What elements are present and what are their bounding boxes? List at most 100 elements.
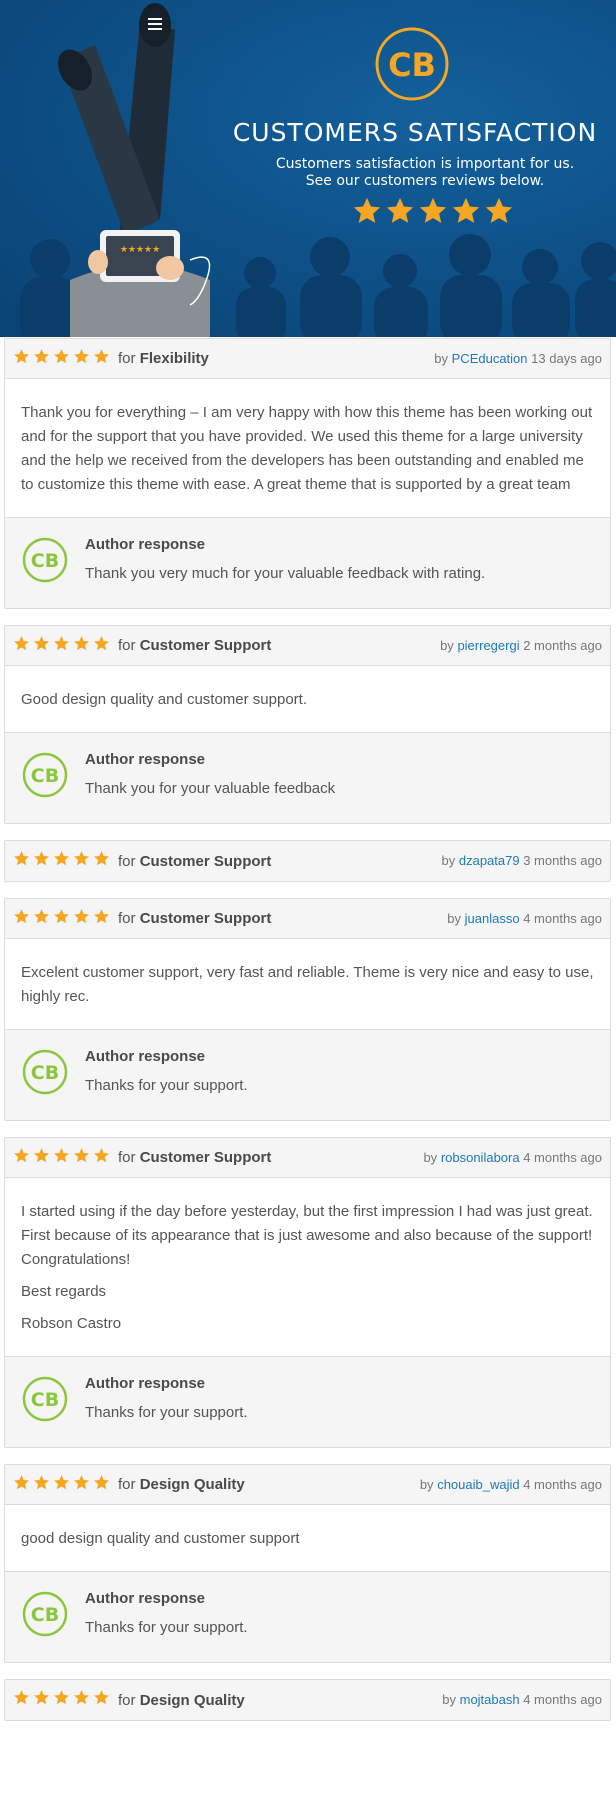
star-icon — [13, 850, 30, 872]
star-icon — [73, 1147, 90, 1169]
author-response-text: Thank you very much for your valuable fe… — [85, 565, 486, 582]
star-icon — [385, 196, 415, 231]
by-label: by — [440, 638, 454, 653]
by-label: by — [434, 351, 449, 366]
review-time: 4 months ago — [523, 1150, 602, 1165]
review-meta: by juanlasso 4 months ago — [447, 911, 602, 926]
review-time: 4 months ago — [523, 911, 602, 926]
review-header: for Design Quality by mojtabash 4 months … — [5, 1680, 610, 1720]
by-label: by — [441, 853, 456, 868]
review-card: for Customer Support by juanlasso 4 month… — [4, 898, 611, 1121]
for-label: for — [118, 852, 136, 870]
svg-text:CB: CB — [388, 46, 436, 84]
star-icon — [13, 1147, 30, 1169]
review-meta: by PCEducation 13 days ago — [434, 351, 602, 366]
category-name: Customer Support — [139, 637, 272, 654]
review-text: Thank you for everything – I am very hap… — [5, 379, 610, 518]
star-icon — [13, 635, 30, 657]
reviewer-username-link[interactable]: pierregergi — [457, 638, 519, 653]
review-meta: by pierregergi 2 months ago — [440, 638, 602, 653]
for-label: for — [118, 1476, 136, 1493]
rating-stars — [13, 850, 110, 872]
category-name: Customer Support — [139, 1149, 272, 1166]
svg-text:CB: CB — [31, 1062, 59, 1084]
review-category: for Flexibility — [118, 350, 209, 367]
svg-text:CB: CB — [31, 1389, 59, 1411]
reviewer-username-link[interactable]: mojtabash — [460, 1692, 520, 1707]
category-name: Customer Support — [139, 852, 272, 870]
review-time: 4 months ago — [523, 1692, 602, 1707]
review-paragraph: I started using if the day before yester… — [21, 1203, 593, 1268]
rating-stars — [13, 1474, 110, 1496]
review-header: for Customer Support by pierregergi 2 mon… — [5, 626, 610, 666]
category-name: Design Quality — [139, 1691, 245, 1709]
review-time: 4 months ago — [523, 1477, 602, 1492]
review-header: for Customer Support by robsonilabora 4 m… — [5, 1138, 610, 1178]
review-meta: by dzapata79 3 months ago — [442, 853, 603, 868]
star-icon — [33, 635, 50, 657]
hero-banner: ★★★★★ CB CUSTOMERS SATISFACTION Customer… — [0, 0, 616, 337]
review-card: for Customer Support by pierregergi 2 mon… — [4, 625, 611, 824]
star-icon — [73, 635, 90, 657]
for-label: for — [118, 910, 136, 927]
review-meta: by robsonilabora 4 months ago — [423, 1150, 602, 1165]
star-icon — [53, 908, 70, 930]
star-icon — [73, 348, 90, 370]
banner-subtitle-line-2: See our customers reviews below. — [305, 173, 545, 189]
svg-text:CB: CB — [31, 1604, 59, 1626]
star-icon — [33, 348, 50, 370]
review-text: Excelent customer support, very fast and… — [5, 939, 610, 1030]
banner-title: CUSTOMERS SATISFACTION — [232, 118, 598, 147]
review-text: good design quality and customer support — [5, 1505, 610, 1572]
star-icon — [73, 908, 90, 930]
review-paragraph: Thank you for everything – I am very hap… — [21, 404, 593, 493]
for-label: for — [118, 1691, 136, 1709]
author-response-title: Author response — [85, 1048, 206, 1065]
review-paragraph: Excelent customer support, very fast and… — [21, 964, 594, 1005]
reviewer-username-link[interactable]: robsonilabora — [441, 1150, 520, 1165]
star-icon — [33, 908, 50, 930]
svg-text:CB: CB — [31, 550, 59, 572]
star-icon — [93, 635, 110, 657]
review-text: Good design quality and customer support… — [5, 666, 610, 733]
author-response-title: Author response — [85, 1375, 206, 1392]
author-response-title: Author response — [85, 751, 206, 768]
review-category: for Design Quality — [118, 1692, 245, 1709]
review-card: for Design Quality by mojtabash 4 months … — [4, 1679, 611, 1721]
star-icon — [73, 1474, 90, 1496]
reviewer-username-link[interactable]: PCEducation — [452, 351, 528, 366]
review-text: I started using if the day before yester… — [5, 1178, 610, 1357]
by-label: by — [423, 1150, 438, 1165]
star-icon — [93, 348, 110, 370]
star-icon — [418, 196, 448, 231]
rating-stars — [13, 635, 110, 657]
star-icon — [73, 1689, 90, 1711]
star-icon — [33, 1474, 50, 1496]
review-card: for Design Quality by chouaib_wajid 4 mon… — [4, 1464, 611, 1663]
author-response-text: Thanks for your support. — [85, 1619, 248, 1636]
by-label: by — [447, 911, 462, 926]
star-icon — [33, 1147, 50, 1169]
for-label: for — [118, 1149, 136, 1166]
star-icon — [93, 908, 110, 930]
svg-text:★★★★★: ★★★★★ — [120, 245, 160, 255]
star-icon — [73, 850, 90, 872]
rating-stars — [13, 908, 110, 930]
review-category: for Design Quality — [118, 1476, 245, 1493]
author-response: CB Author response Thanks for your support… — [5, 1572, 610, 1662]
star-icon — [451, 196, 481, 231]
cb-logo-icon: CB — [21, 1048, 69, 1096]
author-response-text: Thank you for your valuable feedback — [85, 780, 336, 797]
star-icon — [93, 1147, 110, 1169]
cb-logo-icon: CB — [21, 536, 69, 584]
banner-rating-stars — [352, 196, 514, 231]
legs-tablet-illustration: ★★★★★ — [57, 3, 211, 337]
review-header: for Customer Support by dzapata79 3 month… — [5, 841, 610, 881]
reviewer-username-link[interactable]: dzapata79 — [459, 853, 520, 868]
cb-logo-icon: CB — [21, 751, 69, 799]
category-name: Customer Support — [139, 910, 272, 927]
star-icon — [33, 1689, 50, 1711]
reviewer-username-link[interactable]: juanlasso — [465, 911, 520, 926]
reviewer-username-link[interactable]: chouaib_wajid — [437, 1477, 519, 1492]
review-paragraph: Best regards — [21, 1283, 107, 1300]
